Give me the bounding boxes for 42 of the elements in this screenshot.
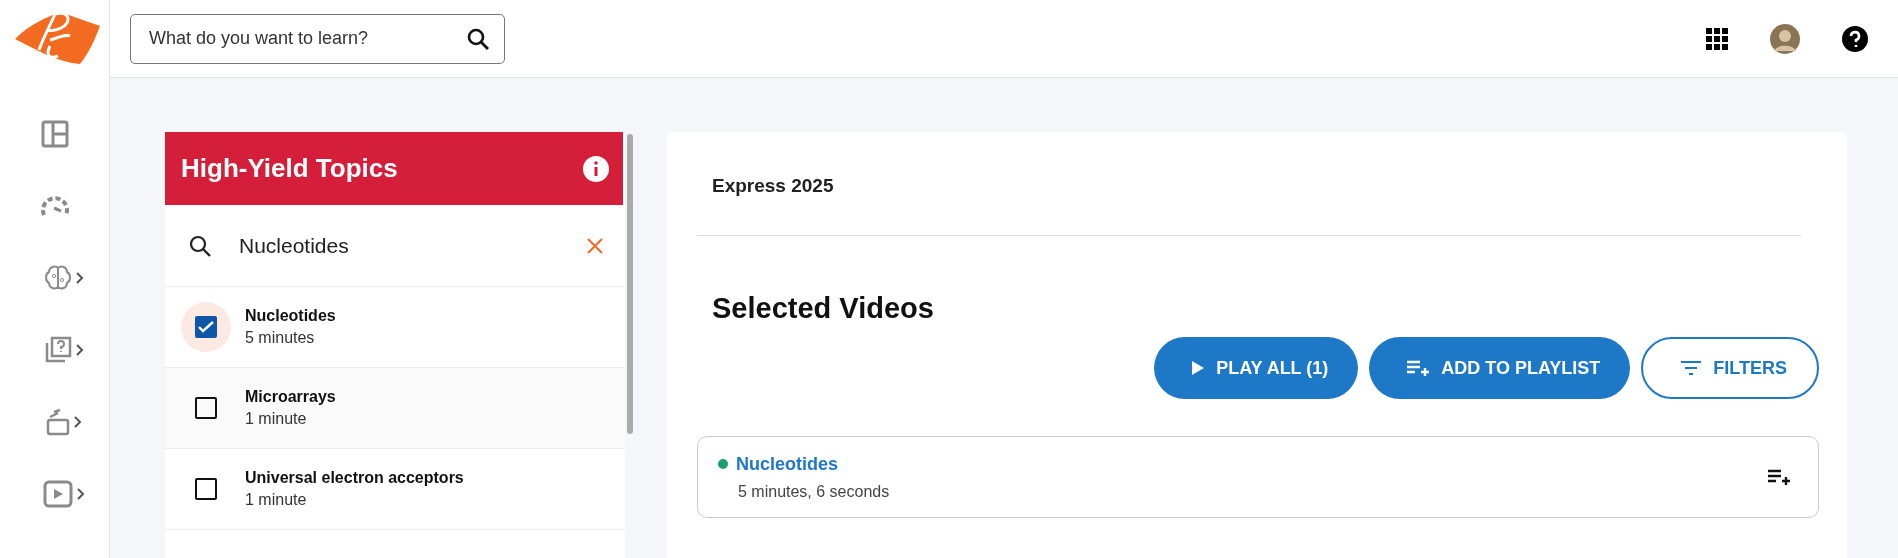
checkbox[interactable]	[195, 397, 217, 419]
gauge-icon	[39, 193, 70, 219]
search-icon	[189, 234, 211, 257]
course-title: Express 2025	[697, 132, 1801, 236]
info-icon[interactable]	[583, 155, 609, 182]
topic-search-field[interactable]: Nucleotides	[237, 232, 561, 259]
video-title-link[interactable]: Nucleotides	[736, 453, 839, 475]
apps-grid-icon[interactable]	[1706, 27, 1728, 50]
topic-duration: 1 minute	[245, 410, 308, 428]
playlist-add-button[interactable]	[1768, 469, 1790, 485]
playlist-add-icon	[1407, 360, 1430, 376]
help-icon[interactable]	[1842, 25, 1868, 52]
checkbox[interactable]	[195, 316, 217, 338]
filter-icon	[1681, 361, 1702, 375]
checkbox[interactable]	[195, 478, 217, 500]
topic-name: Universal electron acceptors	[245, 469, 464, 487]
playlist-add-icon	[1768, 469, 1790, 485]
topic-duration: 1 minute	[245, 491, 308, 509]
video-duration: 5 minutes, 6 seconds	[738, 482, 890, 501]
chevron-icon	[75, 344, 84, 356]
filters-button[interactable]: FILTERS	[1641, 337, 1819, 399]
clear-icon[interactable]	[587, 237, 603, 254]
play-all-button[interactable]: PLAY ALL (1)	[1154, 337, 1359, 399]
chevron-icon	[75, 272, 84, 284]
search-icon[interactable]	[467, 27, 489, 50]
avatar[interactable]	[1770, 23, 1800, 54]
play-icon	[1192, 361, 1205, 375]
topic-name: Microarrays	[245, 388, 336, 406]
search-field[interactable]: What do you want to learn?	[130, 13, 505, 64]
chevron-icon	[76, 488, 85, 500]
panel-title: High-Yield Topics	[181, 153, 398, 184]
box-icon	[45, 408, 70, 436]
section-heading: Selected Videos	[712, 292, 935, 325]
video-icon	[42, 480, 73, 508]
add-to-playlist-button[interactable]: ADD TO PLAYLIST	[1369, 337, 1631, 399]
chevron-icon	[73, 416, 82, 428]
brain-icon	[43, 264, 72, 292]
topic-duration: 5 minutes	[245, 329, 316, 347]
scrollbar[interactable]	[627, 134, 633, 434]
topic-name: Nucleotides	[245, 307, 336, 325]
layout-icon	[40, 120, 69, 148]
question-cards-icon	[43, 336, 72, 364]
